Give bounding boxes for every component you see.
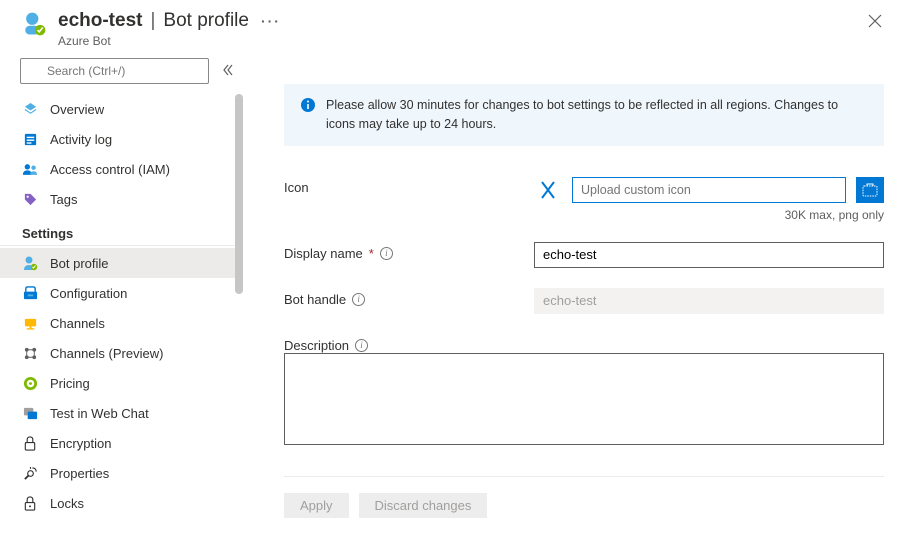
- channels-icon: [22, 315, 38, 331]
- search-input[interactable]: [20, 58, 209, 84]
- form-divider: [284, 476, 884, 477]
- header-titles: echo-test | Bot profile ··· Azure Bot: [58, 10, 884, 48]
- sidebar-item-encryption[interactable]: Encryption: [0, 428, 244, 458]
- sidebar-item-configuration[interactable]: Configuration: [0, 278, 244, 308]
- access-control-icon: [22, 161, 38, 177]
- sidebar-item-bot-profile[interactable]: Bot profile: [0, 248, 244, 278]
- sidebar-item-label: Pricing: [50, 376, 90, 391]
- info-tooltip-icon[interactable]: i: [352, 293, 365, 306]
- sidebar-item-properties[interactable]: Properties: [0, 458, 244, 488]
- sidebar-item-channels[interactable]: Channels: [0, 308, 244, 338]
- properties-icon: [22, 465, 38, 481]
- close-icon[interactable]: [868, 14, 882, 33]
- sidebar-item-label: Channels (Preview): [50, 346, 163, 361]
- main-content: Please allow 30 minutes for changes to b…: [244, 54, 904, 545]
- display-name-field[interactable]: [534, 242, 884, 268]
- icon-upload-input[interactable]: [572, 177, 846, 203]
- locks-icon: [22, 495, 38, 511]
- configuration-icon: [22, 285, 38, 301]
- overview-icon: [22, 101, 38, 117]
- display-name-label: Display name * i: [284, 242, 534, 261]
- sidebar-item-label: Test in Web Chat: [50, 406, 149, 421]
- sidebar-item-locks[interactable]: Locks: [0, 488, 244, 518]
- channels-preview-icon: [22, 345, 38, 361]
- page-header: echo-test | Bot profile ··· Azure Bot: [0, 0, 904, 54]
- title-separator: |: [150, 10, 155, 32]
- bot-profile-icon: [22, 255, 38, 271]
- activity-log-icon: [22, 131, 38, 147]
- sidebar-item-label: Properties: [50, 466, 109, 481]
- more-actions[interactable]: ···: [261, 13, 281, 29]
- apply-button[interactable]: Apply: [284, 493, 349, 518]
- info-tooltip-icon[interactable]: i: [355, 339, 368, 352]
- sidebar-item-pricing[interactable]: Pricing: [0, 368, 244, 398]
- sidebar-item-label: Channels: [50, 316, 105, 331]
- description-field[interactable]: [284, 353, 884, 445]
- bot-handle-field: [534, 288, 884, 314]
- discard-button[interactable]: Discard changes: [359, 493, 488, 518]
- sidebar-item-label: Access control (IAM): [50, 162, 170, 177]
- sidebar: Overview Activity log Access control (IA…: [0, 54, 244, 545]
- collapse-sidebar-icon[interactable]: [222, 64, 234, 79]
- resource-name: echo-test: [58, 10, 142, 32]
- description-label: Description i: [284, 334, 534, 353]
- sidebar-nav: Overview Activity log Access control (IA…: [0, 94, 244, 518]
- sidebar-item-test-web-chat[interactable]: Test in Web Chat: [0, 398, 244, 428]
- bot-icon-preview: [534, 176, 562, 204]
- sidebar-item-activity-log[interactable]: Activity log: [0, 124, 244, 154]
- required-marker: *: [369, 246, 374, 261]
- encryption-icon: [22, 435, 38, 451]
- icon-hint: 30K max, png only: [534, 208, 884, 222]
- form-actions: Apply Discard changes: [284, 493, 884, 518]
- page-name: Bot profile: [163, 10, 249, 32]
- sidebar-item-tags[interactable]: Tags: [0, 184, 244, 214]
- tags-icon: [22, 191, 38, 207]
- icon-label: Icon: [284, 176, 534, 195]
- sidebar-item-label: Encryption: [50, 436, 111, 451]
- bot-handle-label: Bot handle i: [284, 288, 534, 307]
- sidebar-item-overview[interactable]: Overview: [0, 94, 244, 124]
- browse-icon-button[interactable]: [856, 177, 884, 203]
- sidebar-item-label: Locks: [50, 496, 84, 511]
- resource-type: Azure Bot: [58, 34, 884, 48]
- sidebar-item-channels-preview[interactable]: Channels (Preview): [0, 338, 244, 368]
- sidebar-item-access-control[interactable]: Access control (IAM): [0, 154, 244, 184]
- sidebar-item-label: Tags: [50, 192, 77, 207]
- resource-icon: [20, 10, 48, 38]
- sidebar-item-label: Activity log: [50, 132, 112, 147]
- pricing-icon: [22, 375, 38, 391]
- sidebar-section-settings: Settings: [0, 214, 244, 246]
- info-icon: [300, 97, 316, 113]
- sidebar-item-label: Configuration: [50, 286, 127, 301]
- sidebar-item-label: Overview: [50, 102, 104, 117]
- info-banner: Please allow 30 minutes for changes to b…: [284, 84, 884, 146]
- test-web-chat-icon: [22, 405, 38, 421]
- bot-profile-form: Icon 30K max, png only: [284, 176, 884, 518]
- sidebar-item-label: Bot profile: [50, 256, 109, 271]
- info-banner-text: Please allow 30 minutes for changes to b…: [326, 96, 868, 134]
- info-tooltip-icon[interactable]: i: [380, 247, 393, 260]
